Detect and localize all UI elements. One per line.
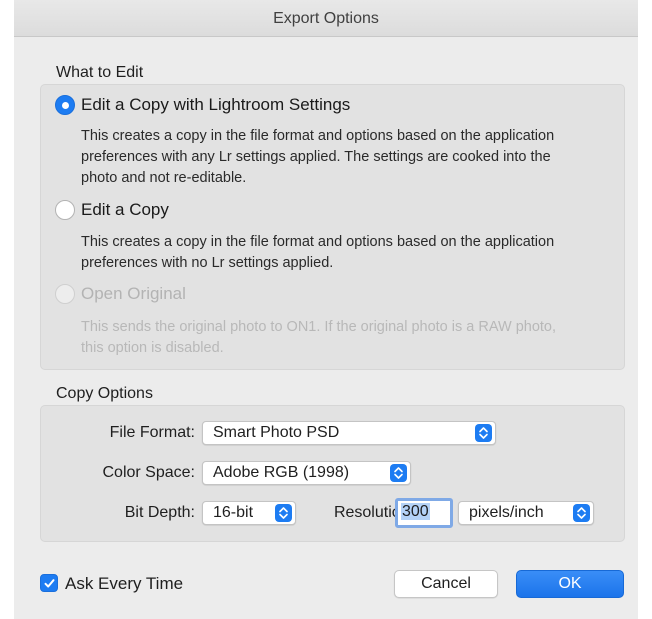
what-to-edit-panel: Edit a Copy with Lightroom Settings This…	[40, 84, 625, 370]
file-format-popup[interactable]: Smart Photo PSD	[202, 421, 496, 445]
copy-options-heading: Copy Options	[56, 385, 153, 402]
dialog-title: Export Options	[14, 0, 638, 37]
description-line: preferences with no Lr settings applied.	[81, 255, 334, 271]
description-line: photo and not re-editable.	[81, 170, 247, 186]
copy-options-panel: File Format: Smart Photo PSD Color Space…	[40, 405, 625, 542]
popup-value: Adobe RGB (1998)	[213, 464, 350, 481]
popup-value: pixels/inch	[469, 504, 544, 521]
ask-every-time-checkbox[interactable]	[40, 574, 58, 592]
radio-button[interactable]	[55, 200, 75, 220]
bit-depth-label: Bit Depth:	[124, 504, 195, 521]
resolution-unit-popup[interactable]: pixels/inch	[458, 501, 594, 525]
what-to-edit-heading: What to Edit	[56, 64, 144, 81]
bit-depth-popup[interactable]: 16-bit	[202, 501, 296, 525]
radio-edit-copy-lightroom[interactable]: Edit a Copy with Lightroom Settings	[55, 95, 350, 115]
file-format-label: File Format:	[109, 424, 195, 441]
color-space-popup[interactable]: Adobe RGB (1998)	[202, 461, 411, 485]
radio-button-disabled	[55, 284, 75, 304]
radio-open-original: Open Original	[55, 284, 186, 304]
description-line: This creates a copy in the file format a…	[81, 234, 555, 250]
popup-value: 16-bit	[213, 504, 254, 521]
color-space-label: Color Space:	[102, 464, 196, 481]
chevron-updown-icon	[390, 464, 407, 482]
option-description: This creates a copy in the file format a…	[81, 126, 641, 189]
description-line: this option is disabled.	[81, 340, 224, 356]
ok-button[interactable]: OK	[516, 570, 624, 598]
chevron-updown-icon	[475, 424, 492, 442]
resolution-value: 300	[401, 503, 430, 520]
radio-label: Edit a Copy	[81, 200, 169, 219]
radio-label: Edit a Copy with Lightroom Settings	[81, 95, 351, 114]
popup-value: Smart Photo PSD	[213, 424, 340, 441]
description-line: This creates a copy in the file format a…	[81, 128, 555, 144]
option-description: This sends the original photo to ON1. If…	[81, 317, 641, 359]
ask-every-time-label: Ask Every Time	[65, 574, 184, 593]
option-description: This creates a copy in the file format a…	[81, 232, 641, 274]
cancel-button[interactable]: Cancel	[394, 570, 498, 598]
chevron-updown-icon	[275, 504, 292, 522]
radio-edit-copy[interactable]: Edit a Copy	[55, 200, 169, 220]
description-line: This sends the original photo to ON1. If…	[81, 319, 557, 335]
checkmark-icon	[44, 579, 55, 588]
radio-button-selected[interactable]	[55, 95, 75, 115]
resolution-input[interactable]: 300	[395, 498, 453, 528]
export-options-dialog: Export Options What to Edit Edit a Copy …	[14, 0, 638, 619]
chevron-updown-icon	[573, 504, 590, 522]
description-line: preferences with any Lr settings applied…	[81, 149, 551, 165]
radio-label: Open Original	[81, 284, 186, 303]
